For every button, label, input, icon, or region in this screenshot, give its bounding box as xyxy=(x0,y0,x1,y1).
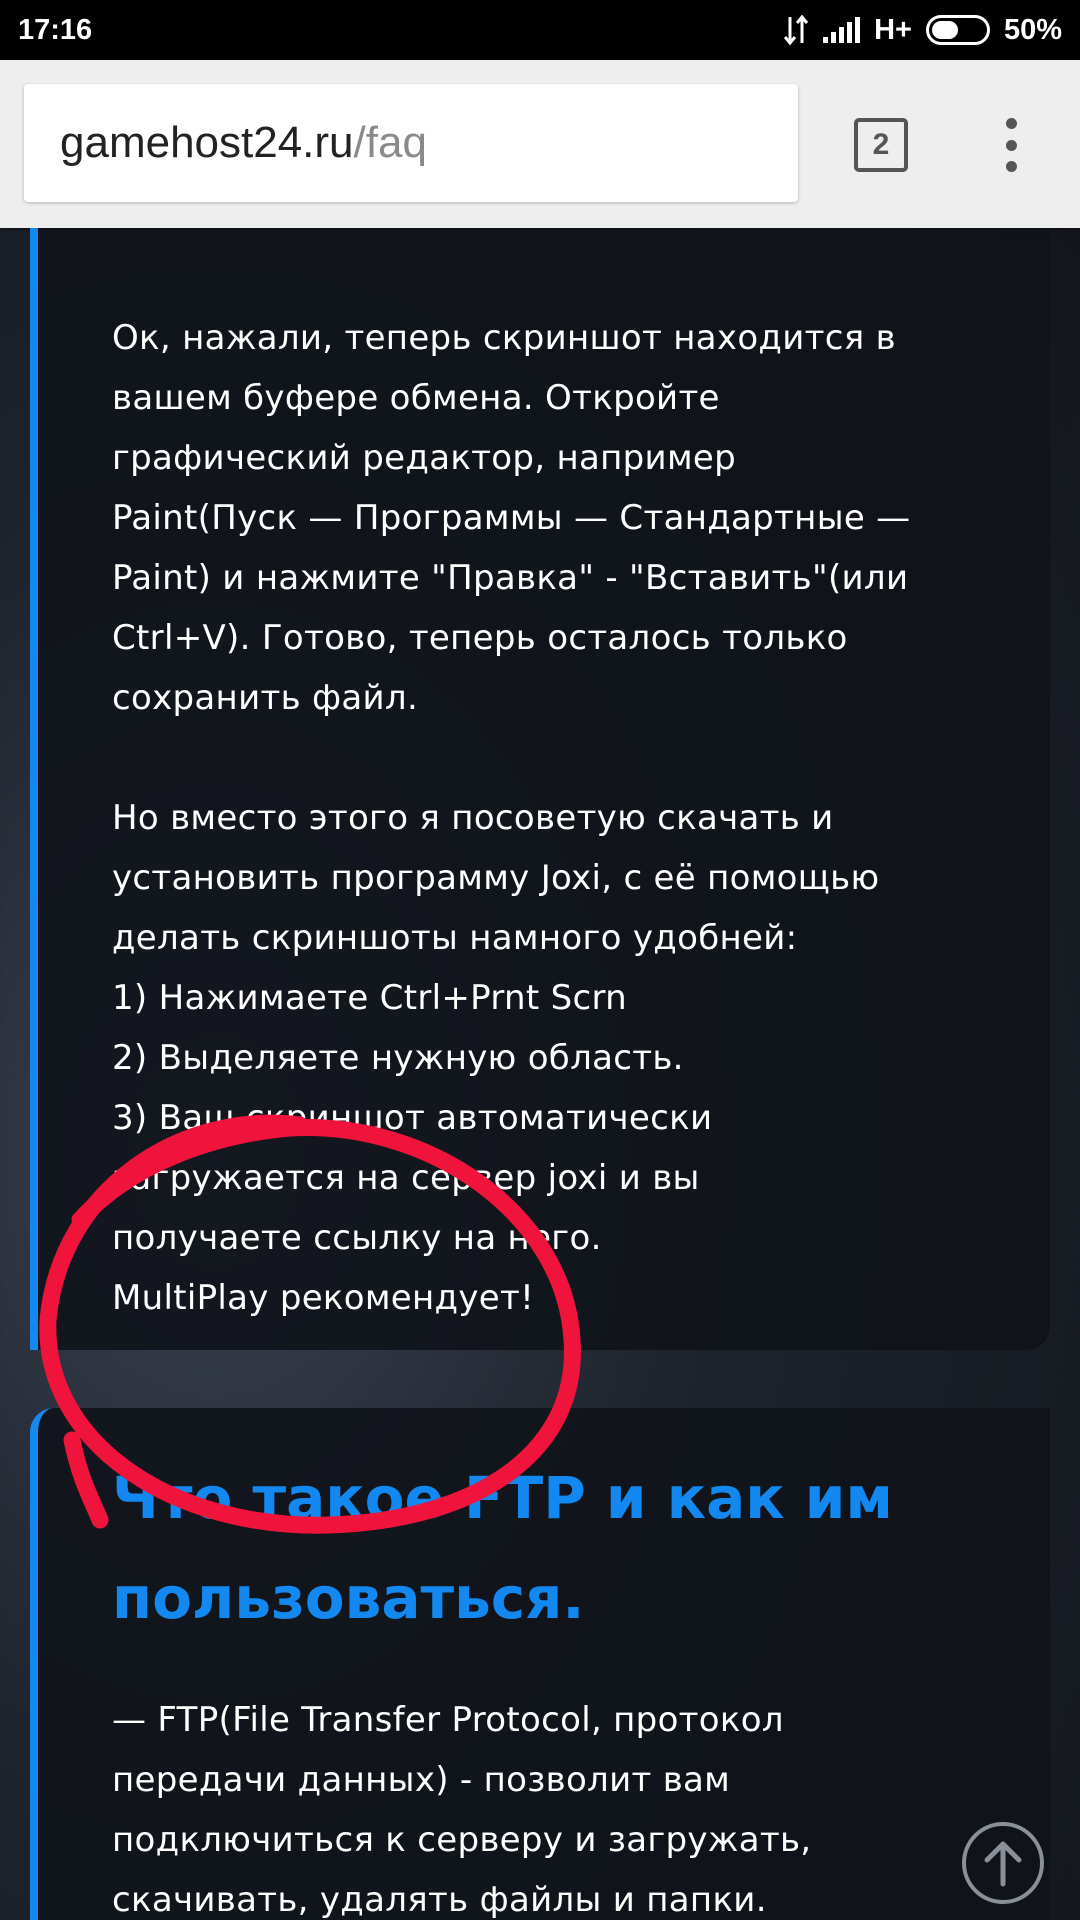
status-indicators: H+ 50% xyxy=(783,14,1062,47)
text-line: загружается на сервер joxi и вы xyxy=(112,1158,700,1198)
status-time: 17:16 xyxy=(18,13,93,46)
text-line: Ctrl+V). Готово, теперь осталось только xyxy=(112,618,848,658)
faq-card-screenshot: Ок, нажали, теперь скриншот находится в … xyxy=(30,228,1050,1350)
text-line: Paint(Пуск — Программы — Стандартные — xyxy=(112,498,911,538)
text-line: подключиться к серверу и загружать, xyxy=(112,1820,812,1860)
browser-toolbar: gamehost24.ru/faq 2 xyxy=(0,60,1080,228)
battery-percent: 50% xyxy=(1003,13,1062,46)
text-line: графический редактор, например xyxy=(112,438,736,478)
data-transfer-icon xyxy=(783,15,809,45)
battery-icon xyxy=(925,15,990,45)
text-line: получаете ссылку на него. xyxy=(112,1218,602,1258)
text-line: скачивать, удалять файлы и папки. xyxy=(112,1880,767,1920)
text-line: — FTP(File Transfer Protocol, протокол xyxy=(112,1700,784,1740)
faq-question-title[interactable]: Что такое FTP и как им пользоваться. xyxy=(112,1448,1012,1648)
text-line: установить программу Joxi, с её помощью xyxy=(112,858,880,898)
faq-card-ftp: Что такое FTP и как им пользоваться. — F… xyxy=(30,1408,1050,1920)
text-line: Но вместо этого я посоветую скачать и xyxy=(112,798,834,838)
faq-answer-ftp: — FTP(File Transfer Protocol, протокол п… xyxy=(112,1690,1032,1920)
text-line: MultiPlay рекомендует! xyxy=(112,1278,535,1318)
text-line: вашем буфере обмена. Откройте xyxy=(112,378,720,418)
url-path: /faq xyxy=(353,118,427,167)
tabs-count-icon[interactable]: 2 xyxy=(854,118,908,172)
text-line: 3) Ваш скриншот автоматически xyxy=(112,1098,713,1138)
overflow-menu-icon[interactable] xyxy=(996,118,1026,172)
url-domain: gamehost24.ru xyxy=(60,118,354,167)
text-line: Paint) и нажмите "Правка" - "Вставить"(и… xyxy=(112,558,909,598)
text-line: передачи данных) - позволит вам xyxy=(112,1760,731,1800)
text-line: делать скриншоты намного удобней: xyxy=(112,918,798,958)
tab-count: 2 xyxy=(872,128,890,161)
title-line: пользоваться. xyxy=(112,1564,585,1632)
signal-icon xyxy=(823,17,861,43)
text-line: 1) Нажимаете Ctrl+Prnt Scrn xyxy=(112,978,628,1018)
text-line: Ок, нажали, теперь скриншот находится в xyxy=(112,318,896,358)
address-bar[interactable]: gamehost24.ru/faq xyxy=(24,84,798,202)
text-line: сохранить файл. xyxy=(112,678,419,718)
title-line: Что такое FTP и как им xyxy=(112,1464,893,1532)
arrow-up-icon xyxy=(984,1841,1022,1887)
scroll-to-top-button[interactable] xyxy=(962,1822,1044,1904)
faq-answer-paragraph-2: Но вместо этого я посоветую скачать и ус… xyxy=(112,788,1032,1328)
text-line: 2) Выделяете нужную область. xyxy=(112,1038,684,1078)
network-type: H+ xyxy=(874,13,912,46)
faq-answer-paragraph-1: Ок, нажали, теперь скриншот находится в … xyxy=(112,308,1032,728)
status-bar: 17:16 H+ 50% xyxy=(0,0,1080,60)
